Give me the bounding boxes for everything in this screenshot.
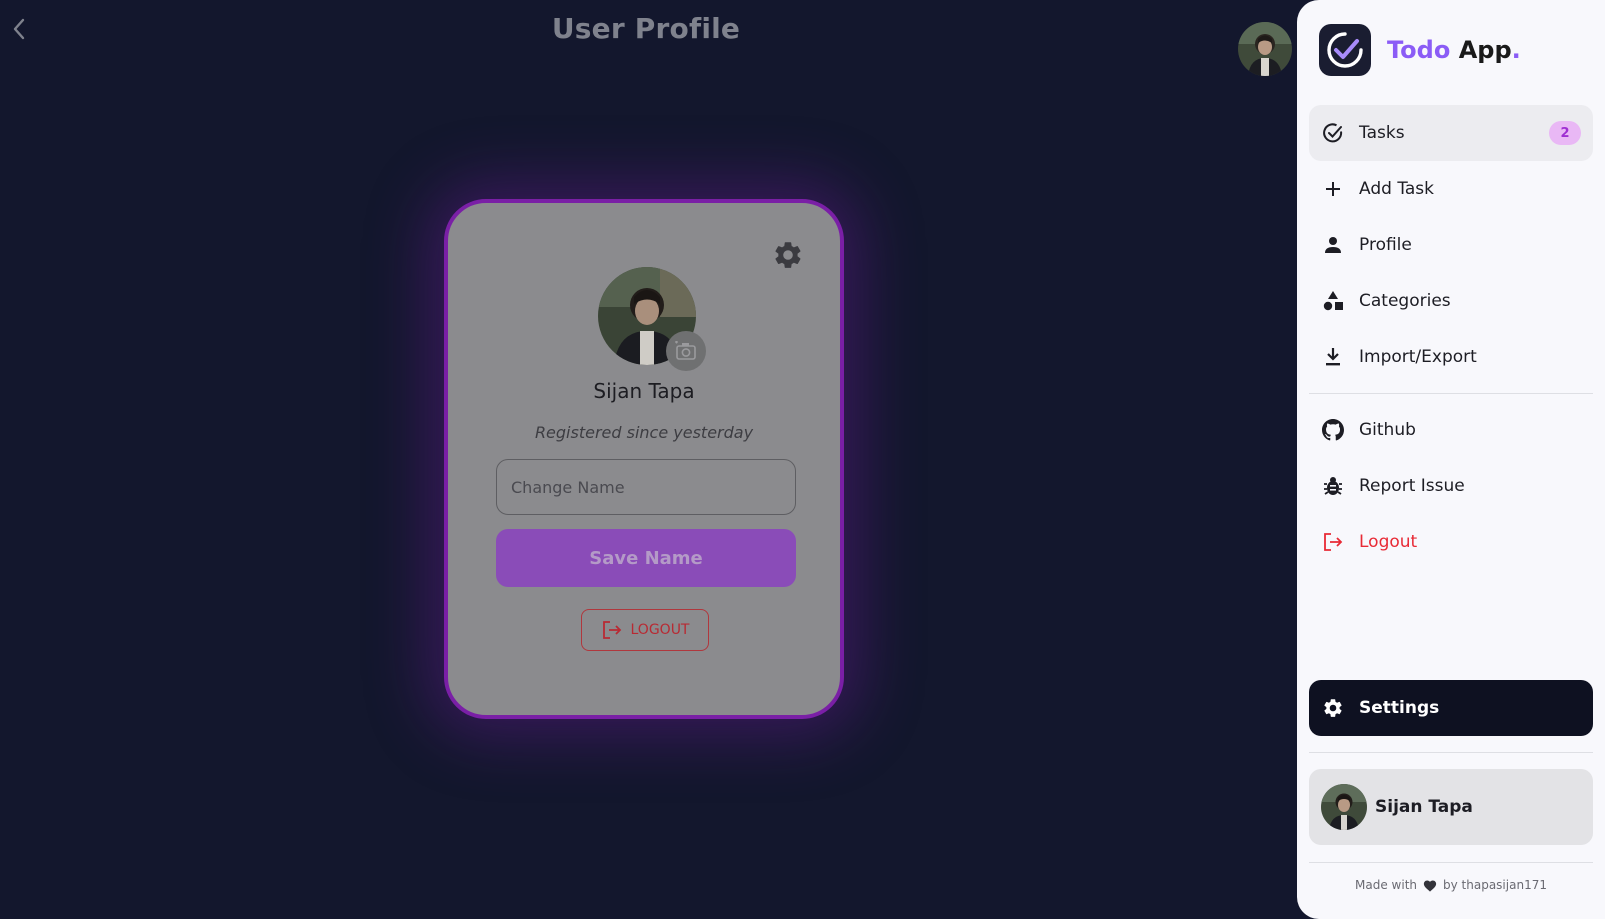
settings-icon[interactable] xyxy=(772,239,804,271)
app-name-part1: Todo xyxy=(1387,36,1451,64)
sidebar-item-label: Add Task xyxy=(1359,179,1435,199)
github-icon xyxy=(1321,418,1345,442)
sidebar-item-github[interactable]: Github xyxy=(1309,402,1593,458)
heart-icon xyxy=(1423,880,1437,892)
app-root: User Profile Sijan Tapa Registered since… xyxy=(0,0,1605,919)
logout-icon xyxy=(602,621,621,639)
sidebar-item-label: Tasks xyxy=(1359,123,1405,143)
sidebar-item-label: Report Issue xyxy=(1359,476,1465,496)
save-name-label: Save Name xyxy=(589,547,703,569)
sidebar-item-label: Import/Export xyxy=(1359,347,1477,367)
profile-name: Sijan Tapa xyxy=(593,379,695,403)
person-icon xyxy=(1321,233,1345,257)
sidebar-item-categories[interactable]: Categories xyxy=(1309,273,1593,329)
registered-since-text: Registered since yesterday xyxy=(534,423,754,442)
avatar xyxy=(1321,784,1367,830)
settings-button[interactable]: Settings xyxy=(1309,680,1593,736)
brand[interactable]: Todo App. xyxy=(1319,24,1521,76)
sidebar-item-tasks[interactable]: Tasks 2 xyxy=(1309,105,1593,161)
app-name: Todo App. xyxy=(1387,36,1521,64)
plus-icon xyxy=(1321,177,1345,201)
sidebar-item-label: Categories xyxy=(1359,291,1451,311)
sidebar-item-label: Github xyxy=(1359,420,1416,440)
profile-card: Sijan Tapa Registered since yesterday Sa… xyxy=(444,199,844,719)
logout-icon xyxy=(1321,530,1345,554)
sidebar-nav: Tasks 2 Add Task Profile Categories Impo… xyxy=(1309,105,1593,570)
change-photo-button[interactable] xyxy=(666,331,706,371)
category-icon xyxy=(1321,289,1345,313)
app-name-part2: App xyxy=(1450,36,1512,64)
gear-icon xyxy=(1321,696,1345,720)
download-icon xyxy=(1321,345,1345,369)
sidebar-item-label: Profile xyxy=(1359,235,1412,255)
bug-icon xyxy=(1321,474,1345,498)
sidebar: Todo App. Tasks 2 Add Task Profile Categ… xyxy=(1297,0,1605,919)
footer-author: by thapasijan171 xyxy=(1443,878,1547,892)
card-logout-button[interactable]: LOGOUT xyxy=(581,609,709,651)
user-name: Sijan Tapa xyxy=(1375,797,1473,817)
check-circle-icon xyxy=(1321,121,1345,145)
sidebar-item-logout[interactable]: Logout xyxy=(1309,514,1593,570)
avatar-image xyxy=(1321,784,1367,830)
settings-label: Settings xyxy=(1359,698,1440,718)
sidebar-item-report-issue[interactable]: Report Issue xyxy=(1309,458,1593,514)
app-logo-icon xyxy=(1319,24,1371,76)
user-profile-chip[interactable]: Sijan Tapa xyxy=(1309,769,1593,845)
save-name-button[interactable]: Save Name xyxy=(496,529,796,587)
sidebar-divider xyxy=(1309,862,1593,863)
card-logout-label: LOGOUT xyxy=(630,622,690,638)
change-name-input[interactable] xyxy=(496,459,796,515)
avatar-image xyxy=(1238,22,1292,76)
sidebar-divider xyxy=(1309,393,1593,394)
sidebar-item-add-task[interactable]: Add Task xyxy=(1309,161,1593,217)
sidebar-item-label: Logout xyxy=(1359,532,1418,552)
camera-icon xyxy=(675,341,696,360)
sidebar-item-import-export[interactable]: Import/Export xyxy=(1309,329,1593,385)
footer-made-with: Made with xyxy=(1355,878,1418,892)
tasks-count-badge: 2 xyxy=(1549,121,1581,145)
app-name-dot: . xyxy=(1511,36,1521,64)
page-title: User Profile xyxy=(551,12,741,45)
profile-avatar-wrapper xyxy=(598,267,706,371)
sidebar-item-profile[interactable]: Profile xyxy=(1309,217,1593,273)
header-avatar[interactable] xyxy=(1238,22,1292,76)
footer: Made with by thapasijan171 xyxy=(1297,878,1605,892)
sidebar-divider xyxy=(1309,752,1593,753)
